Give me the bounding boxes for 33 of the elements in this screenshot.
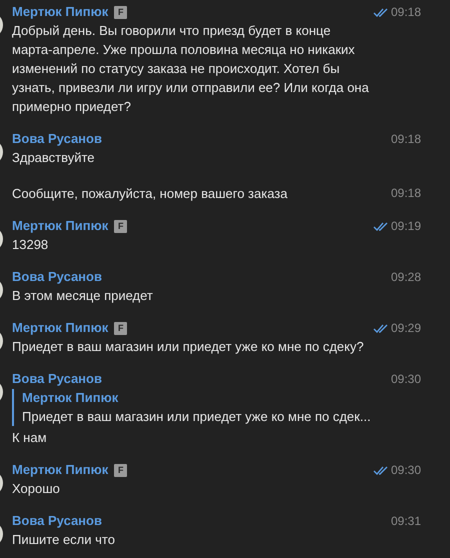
message-time: 09:29 xyxy=(390,320,421,337)
message-text: Пишите если что xyxy=(12,531,116,549)
author-name[interactable]: Вова Русанов xyxy=(12,129,102,149)
author-name[interactable]: Мертюк Пипюк xyxy=(12,460,108,480)
message-text: 13298 xyxy=(12,236,50,254)
message-time: 09:31 xyxy=(390,513,421,530)
quoted-author: Мертюк Пипюк xyxy=(22,389,120,407)
message-text: Приедет в ваш магазин или приедет уже ко мне по сдеку? xyxy=(12,338,365,356)
author-name[interactable]: Мертюк Пипюк xyxy=(12,2,108,22)
message-time: 09:18 xyxy=(390,131,421,148)
badge: F xyxy=(114,464,128,476)
message-time: 09:19 xyxy=(390,218,421,235)
author-name[interactable]: Вова Русанов xyxy=(12,511,102,531)
author-name[interactable]: Мертюк Пипюк xyxy=(12,318,108,338)
message-text: К нам xyxy=(12,429,48,447)
badge: F xyxy=(114,6,128,18)
message-time: 09:28 xyxy=(390,269,421,286)
message-text: Сообщите, пожалуйста, номер вашего заказа xyxy=(12,185,288,203)
badge: F xyxy=(114,220,128,232)
author-name[interactable]: Вова Русанов xyxy=(12,369,102,389)
message-time: 09:30 xyxy=(390,371,421,388)
message-time: 09:18 xyxy=(390,185,421,202)
quoted-text: Приедет в ваш магазин или приедет уже ко мне по сдек... xyxy=(22,408,372,426)
message-time: 09:18 xyxy=(390,4,421,21)
author-name[interactable]: Мертюк Пипюк xyxy=(12,216,108,236)
reply-quote[interactable]: Мертюк Пипюк Приедет в ваш магазин или приедет уже ко мне по сдек... xyxy=(12,389,421,426)
badge: F xyxy=(114,322,128,334)
message-text: Здравствуйте xyxy=(12,149,96,167)
message-text: В этом месяце приедет xyxy=(12,287,154,305)
message-time: 09:30 xyxy=(390,462,421,479)
message-text: Добрый день. Вы говорили что приезд будет в конце марта-апреле. Уже прошла половина месяца но никаких изменений по статусу заказа не происходит. Хотел бы узнать, привезли ли игру или отправили ее? Или когда она примерно приедет? xyxy=(12,22,370,116)
message-text: Хорошо xyxy=(12,480,61,498)
author-name[interactable]: Вова Русанов xyxy=(12,267,102,287)
